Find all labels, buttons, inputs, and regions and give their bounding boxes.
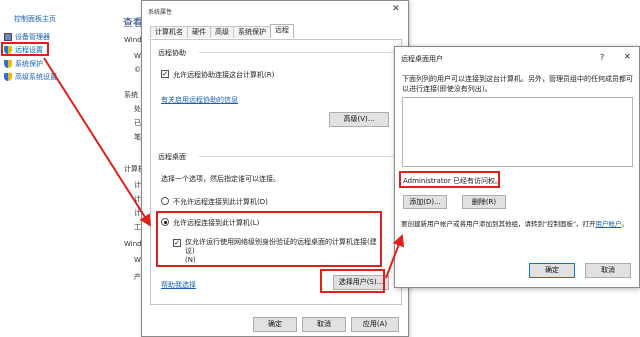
- arrow-to-users-dialog: [385, 234, 405, 279]
- annotation-arrows: [43, 57, 405, 279]
- arrow-to-remote-tab: [43, 57, 152, 227]
